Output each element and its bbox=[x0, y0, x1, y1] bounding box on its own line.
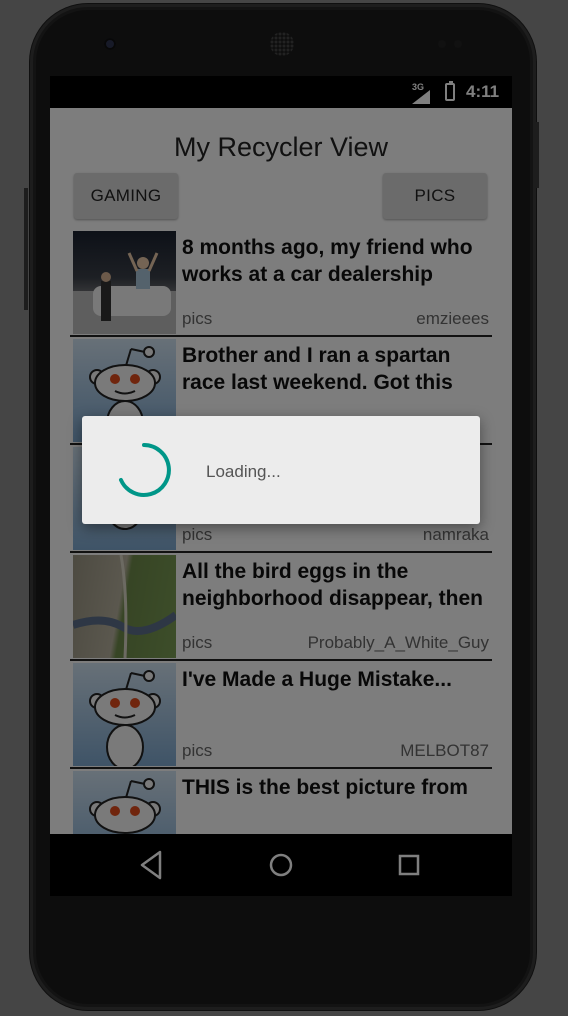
loading-message: Loading... bbox=[206, 462, 281, 481]
loading-dialog: Loading... bbox=[82, 416, 480, 524]
loading-spinner-icon bbox=[119, 443, 171, 497]
